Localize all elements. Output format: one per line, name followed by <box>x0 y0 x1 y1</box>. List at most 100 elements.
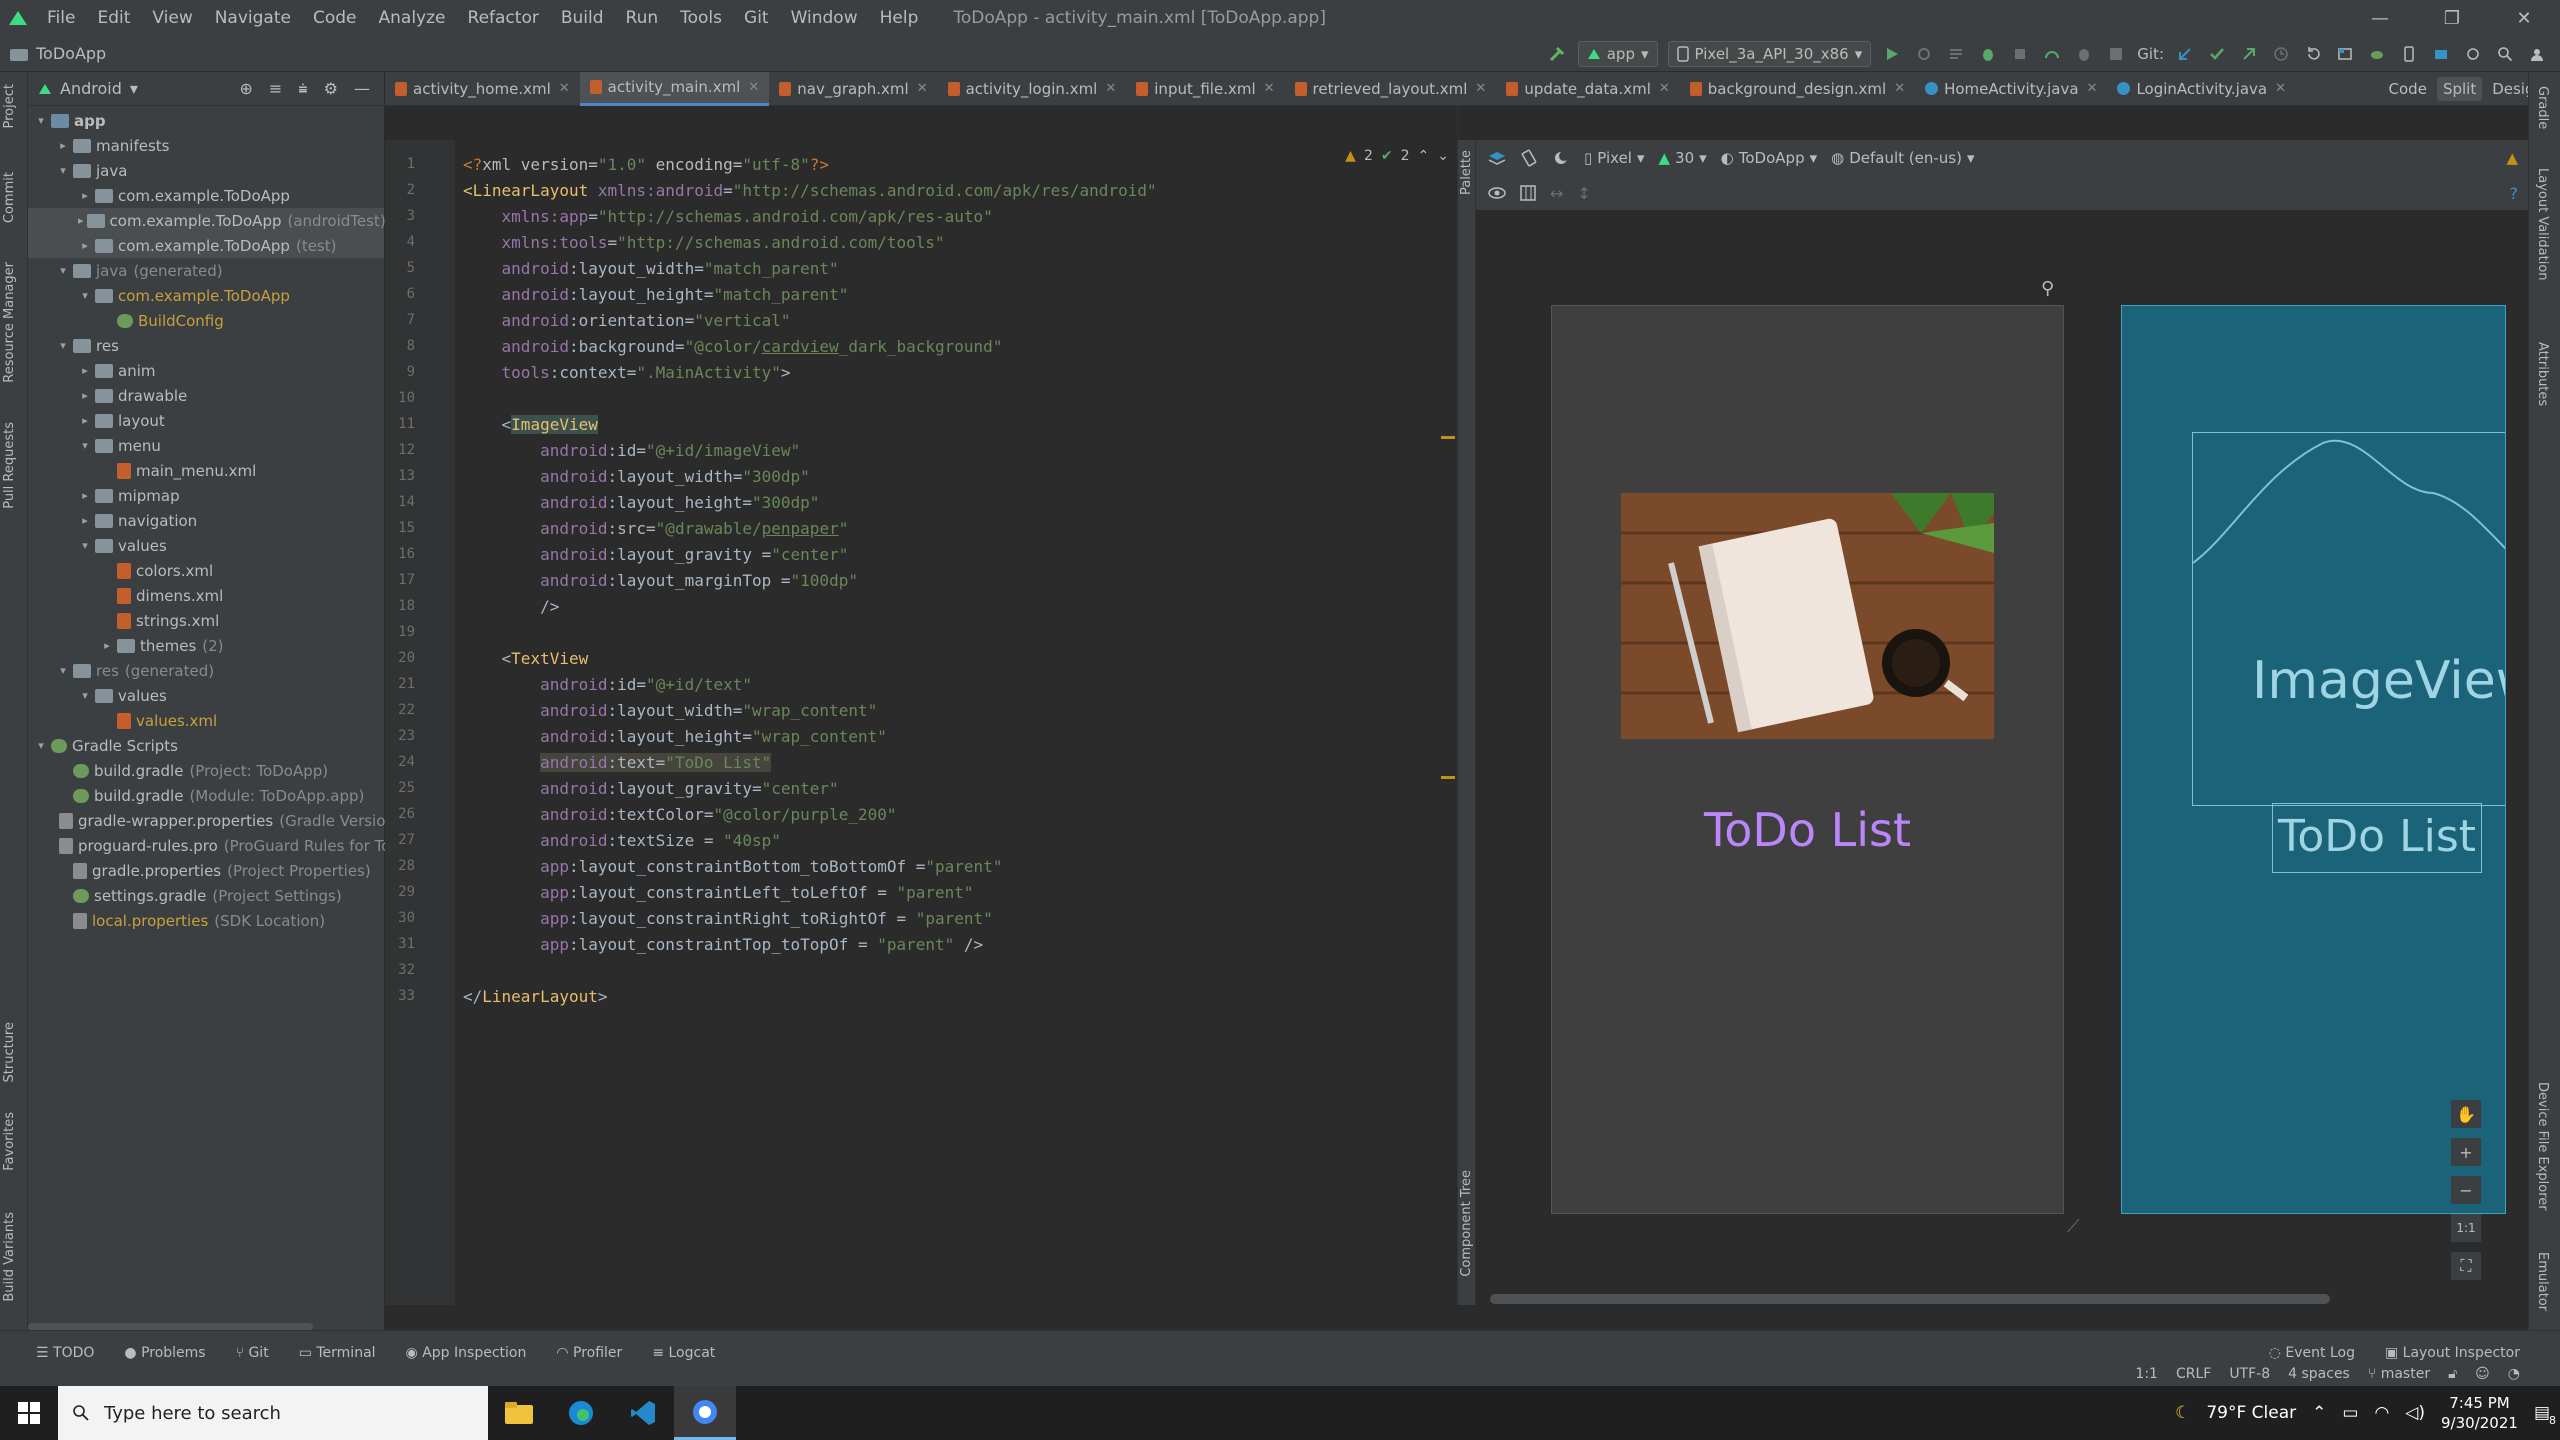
code-line[interactable]: /> <box>463 594 559 620</box>
design-horizontal-scrollbar[interactable] <box>1490 1294 2330 1304</box>
notification-icon[interactable]: ◔ <box>2508 1366 2520 1382</box>
menu-tools[interactable]: Tools <box>669 0 733 36</box>
project-view-mode-select[interactable]: Android <box>60 79 122 98</box>
taskbar-search-box[interactable]: Type here to search <box>58 1386 488 1440</box>
tree-node[interactable]: colors.xml <box>28 558 384 583</box>
notifications-icon[interactable]: ▤ 8 <box>2534 1403 2556 1427</box>
close-tab-icon[interactable]: ✕ <box>1475 81 1486 96</box>
blueprint-toggle-icon[interactable] <box>1520 185 1536 201</box>
code-line[interactable]: android:text="ToDo List" <box>463 750 772 776</box>
zoom-out-button[interactable]: − <box>2451 1176 2481 1204</box>
locate-icon[interactable]: ⊕ <box>239 79 252 99</box>
expand-all-icon[interactable]: ≡ <box>269 79 282 99</box>
tree-node[interactable]: settings.gradle (Project Settings) <box>28 883 384 908</box>
minimize-button[interactable]: — <box>2344 8 2416 29</box>
menu-edit[interactable]: Edit <box>86 0 141 36</box>
tray-overflow-icon[interactable]: ⌃ <box>2312 1403 2326 1423</box>
windows-start-button[interactable] <box>0 1386 58 1440</box>
tree-node[interactable]: ▸ anim <box>28 358 384 383</box>
attach-debugger-icon[interactable] <box>2009 43 2031 65</box>
tree-node[interactable]: values.xml <box>28 708 384 733</box>
blueprint-preview[interactable]: ImageView ToDo List <box>2121 305 2506 1214</box>
apply-changes-icon[interactable] <box>1945 43 1967 65</box>
volume-icon[interactable]: ◁) <box>2405 1403 2425 1423</box>
code-line[interactable]: android:layout_width="300dp" <box>463 464 810 490</box>
close-tab-icon[interactable]: ✕ <box>1264 81 1275 96</box>
code-line[interactable]: app:layout_constraintBottom_toBottomOf =… <box>463 854 1002 880</box>
avd-manager-icon[interactable] <box>2398 43 2420 65</box>
tree-node[interactable]: ▾ res (generated) <box>28 658 384 683</box>
zoom-in-button[interactable]: + <box>2451 1138 2481 1166</box>
code-line[interactable]: app:layout_constraintTop_toTopOf = "pare… <box>463 932 983 958</box>
code-editor[interactable]: ▲ 2 ✔ 2 ⌃ ⌄ 1 <?xml version="1.0" encodin… <box>385 106 1458 1305</box>
palette-tab[interactable]: Palette <box>1459 150 1474 195</box>
code-line[interactable]: <TextView <box>463 646 589 672</box>
close-window-button[interactable]: ✕ <box>2488 8 2560 29</box>
git-commit-icon[interactable] <box>2206 43 2228 65</box>
code-line[interactable]: app:layout_constraintRight_toRightOf = "… <box>463 906 993 932</box>
code-line[interactable]: <LinearLayout xmlns:android="http://sche… <box>463 178 1157 204</box>
lock-icon[interactable]: 🔓︎ <box>2448 1366 2457 1382</box>
resource-manager-tool-tab[interactable]: Resource Manager <box>2 262 17 383</box>
editor-tab[interactable]: background_design.xml ✕ <box>1680 72 1915 106</box>
code-line[interactable]: android:background="@color/cardview_dark… <box>463 334 1003 360</box>
settings-gear-icon[interactable]: ⚙ <box>324 79 338 99</box>
code-line[interactable]: android:layout_gravity="center" <box>463 776 839 802</box>
editor-tab[interactable]: activity_main.xml ✕ <box>579 71 770 106</box>
chevron-right-icon[interactable]: ▸ <box>78 489 92 502</box>
chevron-right-icon[interactable]: ▸ <box>78 414 92 427</box>
layers-icon[interactable] <box>1488 150 1506 166</box>
tree-node[interactable]: ▸ themes (2) <box>28 633 384 658</box>
emulator-tool-tab[interactable]: Emulator <box>2535 1252 2550 1311</box>
code-line[interactable]: android:layout_marginTop ="100dp" <box>463 568 858 594</box>
code-view-button[interactable]: Code <box>2383 77 2433 101</box>
rerun-icon[interactable] <box>1913 43 1935 65</box>
sync-gradle-icon[interactable] <box>2366 43 2388 65</box>
chevron-down-icon[interactable]: ▾ <box>56 339 70 352</box>
tree-node[interactable]: ▾ java <box>28 158 384 183</box>
code-line[interactable]: android:textSize = "40sp" <box>463 828 781 854</box>
code-line[interactable]: app:layout_constraintLeft_toLeftOf = "pa… <box>463 880 973 906</box>
night-mode-icon[interactable] <box>1552 149 1570 167</box>
tree-node[interactable]: ▾ values <box>28 533 384 558</box>
rollback-icon[interactable] <box>2302 43 2324 65</box>
component-tree-tab[interactable]: Component Tree <box>1459 1170 1474 1277</box>
pin-icon[interactable]: ⚲ <box>2041 278 2054 299</box>
tree-node[interactable]: dimens.xml <box>28 583 384 608</box>
editor-tab[interactable]: retrieved_layout.xml ✕ <box>1285 72 1497 106</box>
code-line[interactable]: android:id="@+id/text" <box>463 672 752 698</box>
code-line[interactable]: xmlns:app="http://schemas.android.com/ap… <box>463 204 993 230</box>
event-log-button[interactable]: ◌ Event Log <box>2269 1345 2355 1361</box>
tree-node[interactable]: ▸ mipmap <box>28 483 384 508</box>
tree-node[interactable]: gradle.properties (Project Properties) <box>28 858 384 883</box>
indent-setting[interactable]: 4 spaces <box>2288 1366 2350 1382</box>
android-studio-taskbar-icon[interactable] <box>674 1386 736 1440</box>
code-line[interactable]: android:orientation="vertical" <box>463 308 791 334</box>
chevron-right-icon[interactable]: ▸ <box>78 189 92 202</box>
close-tab-icon[interactable]: ✕ <box>2275 81 2286 96</box>
editor-tab[interactable]: nav_graph.xml ✕ <box>769 72 937 106</box>
close-tab-icon[interactable]: ✕ <box>1659 81 1670 96</box>
file-explorer-icon[interactable] <box>488 1386 550 1440</box>
menu-code[interactable]: Code <box>302 0 368 36</box>
taskbar-clock[interactable]: 7:45 PM 9/30/2021 <box>2441 1393 2518 1433</box>
hide-panel-icon[interactable]: — <box>354 79 370 99</box>
collapse-all-icon[interactable]: ⩧ <box>298 79 307 99</box>
menu-build[interactable]: Build <box>550 0 615 36</box>
tree-node[interactable]: ▾ com.example.ToDoApp <box>28 283 384 308</box>
code-line[interactable]: android:textColor="@color/purple_200" <box>463 802 896 828</box>
close-tab-icon[interactable]: ✕ <box>1105 81 1116 96</box>
tree-node[interactable]: ▾ app <box>28 108 384 133</box>
menu-refactor[interactable]: Refactor <box>457 0 550 36</box>
chevron-right-icon[interactable]: ▸ <box>56 139 70 152</box>
problems-tool-button[interactable]: ● Problems <box>124 1345 205 1361</box>
project-structure-icon[interactable] <box>2334 43 2356 65</box>
file-encoding[interactable]: UTF-8 <box>2229 1366 2270 1382</box>
penpaper-image[interactable] <box>1621 493 1994 739</box>
layout-inspector-button[interactable]: ▣ Layout Inspector <box>2385 1345 2520 1361</box>
menu-window[interactable]: Window <box>780 0 869 36</box>
menu-analyze[interactable]: Analyze <box>368 0 457 36</box>
tree-node[interactable]: ▸ com.example.ToDoApp <box>28 183 384 208</box>
menu-help[interactable]: Help <box>869 0 930 36</box>
attach-profiler-icon[interactable] <box>2073 43 2095 65</box>
